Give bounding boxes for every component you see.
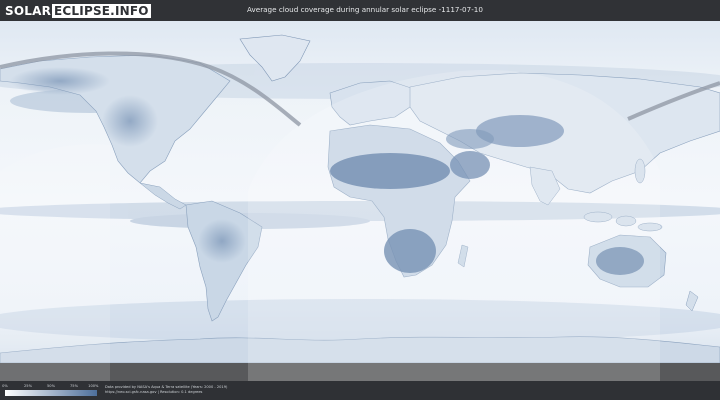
legend-tick: 25% — [24, 384, 32, 388]
cloud-coverage-map — [0, 21, 720, 381]
logo-solar-text: SOLAR — [5, 3, 52, 18]
bottom-bar: 0% 25% 50% 75% 100% Data provided by NAS… — [0, 381, 720, 400]
sa-cloud — [198, 219, 246, 263]
legend-tick: 0% — [2, 384, 8, 388]
visibility-dome-west — [0, 144, 110, 381]
world-map-svg — [0, 21, 720, 381]
na-cloud-2 — [10, 67, 110, 95]
legend-tick: 100% — [88, 384, 99, 388]
na-cloud — [102, 95, 158, 147]
map-title: Average cloud coverage during annular so… — [247, 5, 483, 14]
legend-tick: 50% — [47, 384, 55, 388]
legend-tick: 75% — [70, 384, 78, 388]
logo-eclipse-info-text: ECLIPSE.INFO — [52, 3, 151, 18]
data-credits: Data provided by NASA's Aqua & Terra sat… — [105, 385, 227, 395]
top-bar: SOLAR ECLIPSE.INFO Average cloud coverag… — [0, 0, 720, 21]
site-logo[interactable]: SOLAR ECLIPSE.INFO — [5, 3, 151, 18]
legend-ticks: 0% 25% 50% 75% 100% — [2, 384, 99, 389]
legend-color-bar — [5, 390, 97, 396]
credits-line-2[interactable]: https://neo.sci.gsfc.nasa.gov | Resoluti… — [105, 390, 227, 395]
cloud-legend: 0% 25% 50% 75% 100% — [2, 384, 99, 396]
